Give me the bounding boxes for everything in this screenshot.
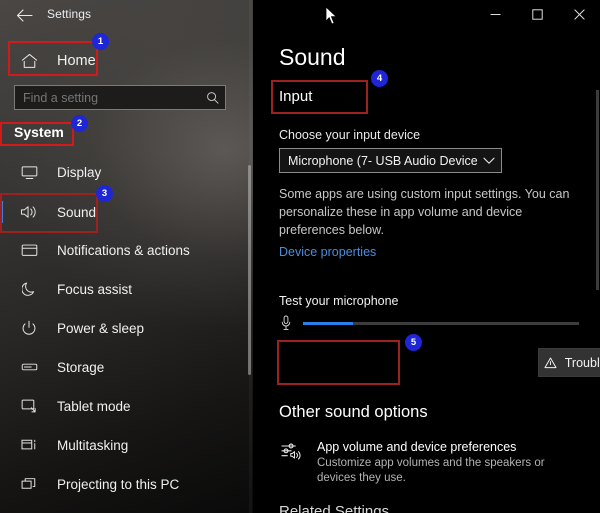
minimize-button[interactable] — [474, 0, 516, 28]
sidebar-item-home[interactable]: Home — [0, 42, 250, 80]
app-volume-description: Customize app volumes and the speakers o… — [317, 457, 545, 484]
custom-input-settings-note: Some apps are using custom input setting… — [279, 187, 570, 237]
chevron-down-icon[interactable] — [477, 149, 501, 172]
sidebar-item-label: Power & sleep — [57, 320, 145, 336]
notification-icon — [18, 239, 40, 261]
sidebar-item-multitasking[interactable]: Multitasking — [0, 426, 250, 464]
input-device-value: Microphone (7- USB Audio Device) — [288, 153, 477, 168]
sidebar-item-power-and-sleep[interactable]: Power & sleep — [0, 309, 250, 347]
app-title: Settings — [47, 7, 92, 21]
microphone-level-meter — [279, 313, 579, 333]
main-scrollbar-thumb[interactable] — [596, 90, 599, 290]
app-volume-and-device-preferences-link[interactable]: App volume and device preferences Custom… — [279, 440, 589, 486]
sidebar-item-sound[interactable]: Sound — [0, 193, 250, 231]
input-section-heading: Input — [279, 88, 313, 105]
app-volume-title: App volume and device preferences — [317, 440, 517, 454]
related-settings-heading: Related Settings — [279, 503, 390, 513]
sidebar-item-label: Notifications & actions — [57, 242, 190, 258]
power-icon — [18, 317, 40, 339]
sidebar-item-focus-assist[interactable]: Focus assist — [0, 270, 250, 308]
input-device-dropdown[interactable]: Microphone (7- USB Audio Device) — [279, 148, 502, 173]
sidebar-item-storage[interactable]: Storage — [0, 348, 250, 386]
page-title: Sound — [279, 44, 346, 70]
sidebar-scrollbar-track[interactable] — [248, 0, 252, 513]
window-controls — [474, 0, 600, 28]
tablet-icon — [18, 395, 40, 417]
device-properties-link[interactable]: Device properties — [279, 245, 376, 259]
warning-triangle-icon — [544, 356, 558, 370]
moon-icon — [18, 278, 40, 300]
sidebar-item-label: Multitasking — [57, 437, 129, 453]
storage-icon — [18, 356, 40, 378]
sidebar-item-tablet-mode[interactable]: Tablet mode — [0, 387, 250, 425]
annotation-badge-5: 5 — [405, 334, 422, 351]
search-setting-box[interactable] — [14, 85, 226, 110]
sidebar-item-label: Display — [57, 164, 102, 180]
choose-input-device-label: Choose your input device — [279, 128, 421, 142]
sidebar-item-label: Tablet mode — [57, 398, 131, 414]
multitasking-icon — [18, 434, 40, 456]
sidebar-item-label: Storage — [57, 359, 105, 375]
selection-indicator — [0, 201, 3, 223]
annotation-badge-4: 4 — [371, 70, 388, 87]
back-arrow-icon[interactable] — [12, 4, 36, 26]
sound-settings-panel: Sound Input Choose your input device Mic… — [253, 0, 600, 513]
search-input[interactable] — [15, 86, 201, 109]
sidebar-scrollbar-thumb[interactable] — [248, 165, 251, 375]
microphone-level-track — [303, 321, 579, 325]
sidebar-item-display[interactable]: Display — [0, 153, 250, 191]
sidebar-item-label: Home — [57, 53, 96, 69]
other-sound-options-heading: Other sound options — [279, 403, 428, 421]
search-icon[interactable] — [201, 86, 223, 109]
microphone-icon — [279, 314, 293, 332]
troubleshoot-button[interactable]: Troubleshoot — [538, 348, 600, 377]
close-button[interactable] — [558, 0, 600, 28]
settings-sidebar: Settings Home System Display — [0, 0, 253, 513]
sidebar-item-projecting-to-this-pc[interactable]: Projecting to this PC — [0, 465, 250, 503]
sidebar-item-label: Projecting to this PC — [57, 476, 180, 492]
annotation-badge-3: 3 — [96, 185, 113, 202]
annotation-badge-1: 1 — [92, 33, 109, 50]
test-microphone-label: Test your microphone — [279, 294, 399, 308]
sidebar-section-header: System — [14, 124, 64, 140]
sidebar-item-notifications-and-actions[interactable]: Notifications & actions — [0, 231, 250, 269]
app-volume-text-block: App volume and device preferences Custom… — [317, 440, 579, 486]
home-icon — [18, 50, 40, 72]
speaker-icon — [18, 201, 40, 223]
sidebar-item-label: Sound — [57, 204, 97, 220]
monitor-icon — [18, 161, 40, 183]
mouse-cursor — [325, 6, 338, 26]
microphone-level-fill — [303, 321, 353, 325]
projecting-icon — [18, 473, 40, 495]
troubleshoot-label: Troubleshoot — [564, 355, 600, 370]
annotation-badge-2: 2 — [71, 115, 88, 132]
sidebar-titlebar: Settings — [0, 0, 253, 30]
sliders-speaker-icon — [279, 440, 305, 466]
sidebar-item-label: Focus assist — [57, 281, 133, 297]
maximize-button[interactable] — [516, 0, 558, 28]
